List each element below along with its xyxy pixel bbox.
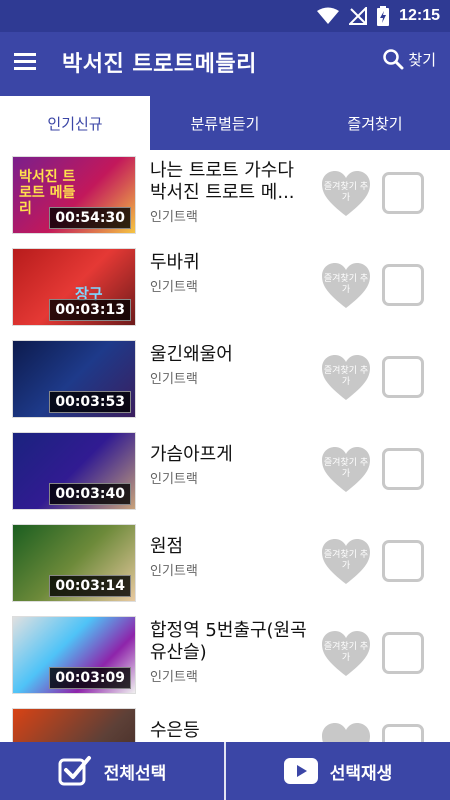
favorite-label: 즐겨찾기 추가 (323, 366, 369, 387)
track-title: 두바퀴 (150, 252, 200, 273)
list-item[interactable]: 박서진 트로트 메들리 00:54:30 나는 트로트 가수다 박서진 트로트 … (0, 150, 450, 242)
favorite-button[interactable]: 즐겨찾기 추가 (320, 630, 372, 678)
select-checkbox[interactable] (382, 632, 424, 674)
track-title: 나는 트로트 가수다 박서진 트로트 메... (150, 160, 295, 203)
favorite-label: 즐겨찾기 추가 (323, 642, 369, 663)
select-all-button[interactable]: 전체선택 (0, 742, 224, 800)
battery-charging-icon (377, 6, 390, 26)
track-thumbnail: 박서진 트로트 메들리 00:54:30 (12, 156, 136, 234)
track-title: 가슴아프게 (150, 444, 233, 465)
status-icons: 12:15 (317, 4, 440, 28)
wifi-icon (317, 7, 340, 24)
track-subtitle: 인기트랙 (150, 372, 198, 387)
track-thumbnail: 장구 00:03:13 (12, 248, 136, 326)
page-title: 박서진 트로트메들리 (62, 52, 257, 77)
list-item[interactable]: 00:03:53 울긴왜울어 인기트랙 즐겨찾기 추가 (0, 334, 450, 426)
play-icon (283, 758, 318, 784)
status-time: 12:15 (399, 7, 440, 24)
list-item[interactable]: 00:03:14 원점 인기트랙 즐겨찾기 추가 (0, 518, 450, 610)
track-subtitle: 인기트랙 (150, 280, 198, 295)
play-selected-button[interactable]: 선택재생 (226, 742, 450, 800)
favorite-button[interactable]: 즐겨찾기 추가 (320, 446, 372, 494)
menu-icon (14, 53, 36, 56)
track-list: 박서진 트로트 메들리 00:54:30 나는 트로트 가수다 박서진 트로트 … (0, 150, 450, 742)
favorite-label: 즐겨찾기 추가 (323, 458, 369, 479)
menu-button[interactable] (14, 50, 42, 78)
duration-badge: 00:03:14 (49, 575, 131, 597)
favorite-button[interactable]: 즐겨찾기 추가 (320, 170, 372, 218)
favorite-button[interactable]: 즐겨찾기 추가 (320, 538, 372, 586)
track-thumbnail: 00:03:14 (12, 524, 136, 602)
tab-bar: 인기신규 분류별듣기 즐겨찾기 (0, 96, 450, 150)
list-item[interactable]: 00:03:09 합정역 5번출구(원곡 유산슬) 인기트랙 즐겨찾기 추가 (0, 610, 450, 702)
track-thumbnail: 00:03:40 (12, 432, 136, 510)
track-title: 원점 (150, 536, 184, 557)
search-button[interactable]: 찾기 (382, 48, 436, 70)
heart-icon (322, 723, 370, 742)
track-subtitle: 인기트랙 (150, 670, 198, 685)
duration-badge: 00:54:30 (49, 207, 131, 229)
search-label: 찾기 (408, 50, 436, 69)
app-bar: 박서진 트로트메들리 찾기 (0, 32, 450, 96)
track-thumbnail: 00:03:53 (12, 340, 136, 418)
track-subtitle: 인기트랙 (150, 472, 198, 487)
track-title: 울긴왜울어 (150, 344, 233, 365)
checkbox-checked-icon (58, 756, 91, 786)
track-title: 수은등 (150, 720, 200, 741)
duration-badge: 00:03:09 (49, 667, 131, 689)
duration-badge: 00:03:53 (49, 391, 131, 413)
divider (224, 742, 226, 800)
favorite-button[interactable]: 즐겨찾기 추가 (320, 354, 372, 402)
duration-badge: 00:03:13 (49, 299, 131, 321)
favorite-label: 즐겨찾기 추가 (323, 182, 369, 203)
list-item[interactable]: 00:03:40 가슴아프게 인기트랙 즐겨찾기 추가 (0, 426, 450, 518)
select-all-label: 전체선택 (103, 763, 167, 784)
list-item[interactable]: 수은등 (0, 702, 450, 742)
search-icon (383, 49, 404, 70)
duration-badge: 00:03:40 (49, 483, 131, 505)
no-signal-icon (349, 7, 368, 25)
favorite-button[interactable] (320, 722, 372, 742)
select-checkbox[interactable] (382, 540, 424, 582)
track-title: 합정역 5번출구(원곡 유산슬) (150, 620, 307, 663)
select-checkbox[interactable] (382, 724, 424, 742)
list-item[interactable]: 장구 00:03:13 두바퀴 인기트랙 즐겨찾기 추가 (0, 242, 450, 334)
favorite-label: 즐겨찾기 추가 (323, 550, 369, 571)
tab-popular-new[interactable]: 인기신규 (0, 96, 150, 150)
select-checkbox[interactable] (382, 264, 424, 306)
tab-by-category[interactable]: 분류별듣기 (150, 96, 300, 150)
bottom-action-bar: 전체선택 선택재생 (0, 742, 450, 800)
tab-favorites[interactable]: 즐겨찾기 (300, 96, 450, 150)
favorite-label: 즐겨찾기 추가 (323, 274, 369, 295)
favorite-button[interactable]: 즐겨찾기 추가 (320, 262, 372, 310)
track-subtitle: 인기트랙 (150, 564, 198, 579)
track-thumbnail: 00:03:09 (12, 616, 136, 694)
track-subtitle: 인기트랙 (150, 210, 198, 225)
track-thumbnail (12, 708, 136, 742)
select-checkbox[interactable] (382, 448, 424, 490)
play-selected-label: 선택재생 (329, 763, 393, 784)
status-bar: 12:15 (0, 0, 450, 32)
select-checkbox[interactable] (382, 356, 424, 398)
select-checkbox[interactable] (382, 172, 424, 214)
